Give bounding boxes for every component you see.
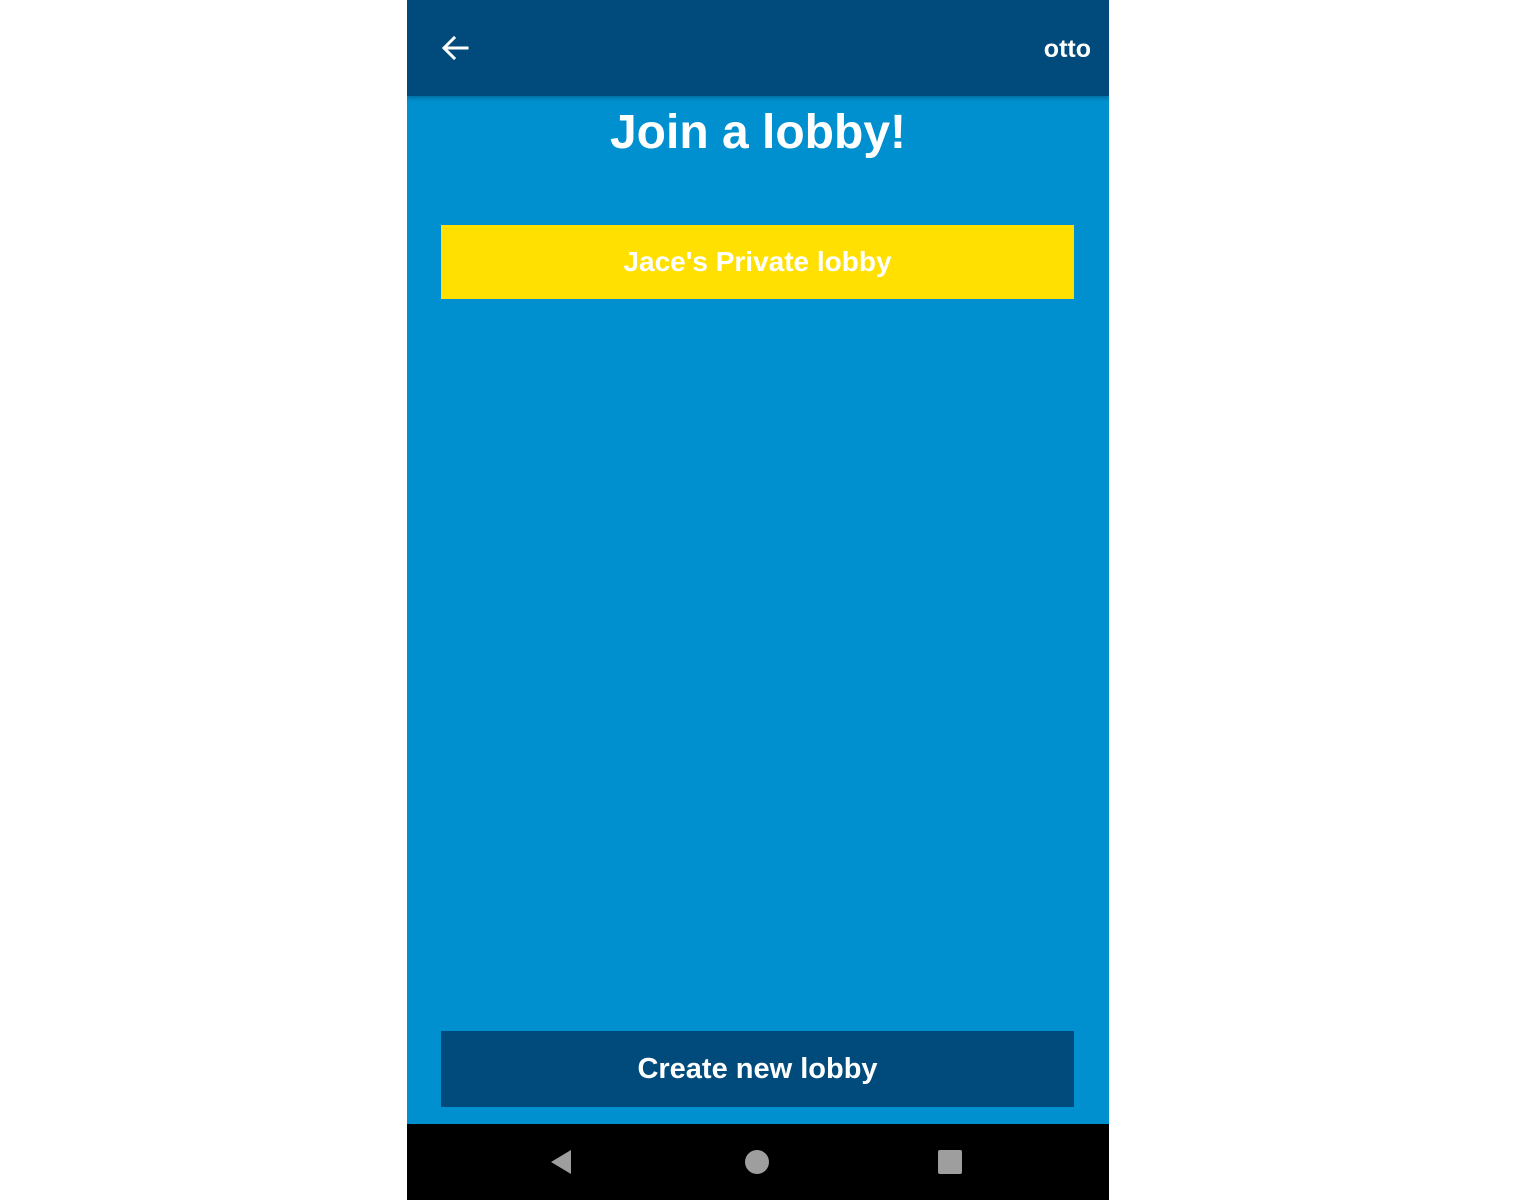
system-back-button[interactable] [543, 1144, 579, 1180]
username-label: otto [1043, 35, 1091, 63]
back-button[interactable] [431, 24, 479, 72]
app-screen: otto Join a lobby! Jace's Private lobby … [407, 0, 1109, 1200]
triangle-back-icon [551, 1150, 571, 1174]
lobby-list: Jace's Private lobby [441, 225, 1074, 299]
system-navigation-bar [407, 1124, 1109, 1200]
square-recents-icon [938, 1150, 962, 1174]
system-home-button[interactable] [739, 1144, 775, 1180]
circle-home-icon [745, 1150, 769, 1174]
arrow-left-icon [441, 35, 469, 61]
system-recents-button[interactable] [932, 1144, 968, 1180]
app-bar: otto [407, 0, 1109, 96]
lobby-item[interactable]: Jace's Private lobby [441, 225, 1074, 299]
page-title: Join a lobby! [609, 106, 906, 159]
create-lobby-button[interactable]: Create new lobby [441, 1031, 1074, 1107]
